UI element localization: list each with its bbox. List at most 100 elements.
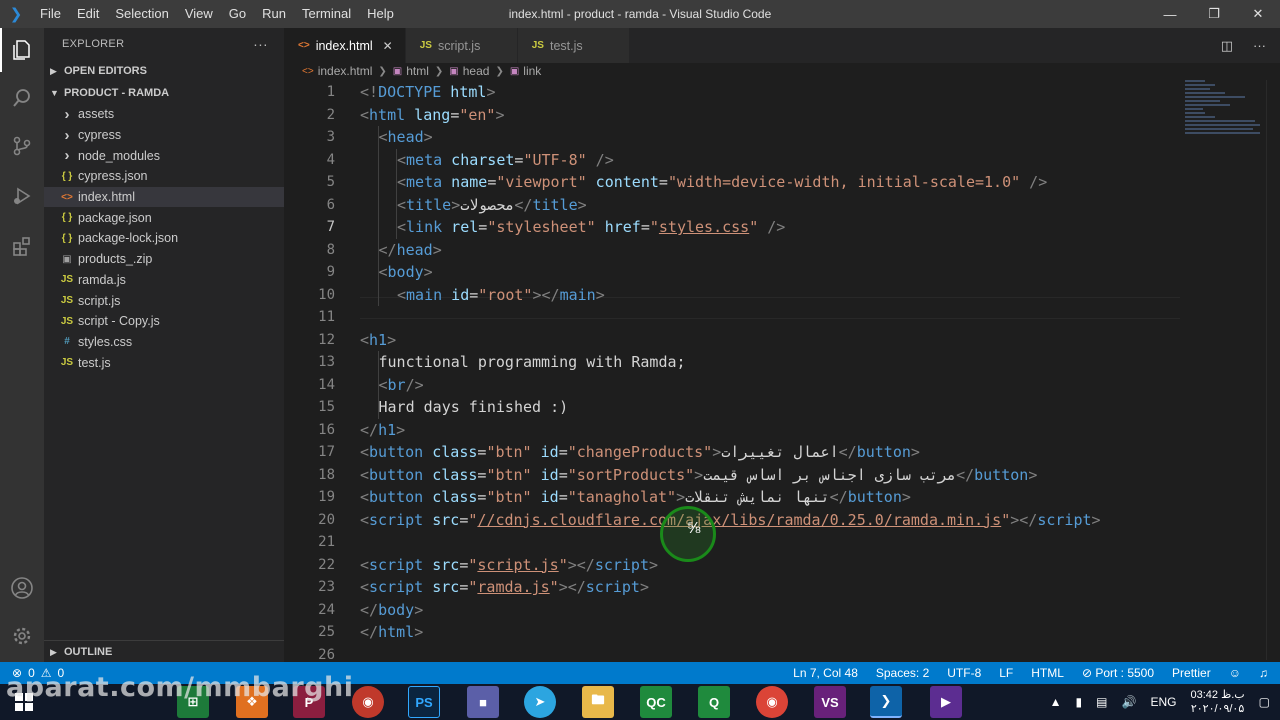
search-icon[interactable] [0,76,44,120]
code-line[interactable]: 15 Hard days finished :) [284,396,1280,419]
formatter[interactable]: Prettier [1172,666,1211,680]
code-line[interactable]: 1 <!DOCTYPE html> [284,81,1280,104]
code-line[interactable]: 6 <title>محصولات</title> [284,194,1280,217]
cursor-position[interactable]: Ln 7, Col 48 [793,666,858,680]
file-tree-item[interactable]: <> index.html [44,186,284,208]
feedback-icon[interactable]: ☺ [1229,666,1241,680]
explorer-icon[interactable] [0,28,44,72]
volume-icon[interactable]: 🔊 [1122,695,1137,709]
open-editors-section[interactable]: ▶ OPEN EDITORS [44,60,284,82]
line-ending[interactable]: LF [999,666,1013,680]
run-debug-icon[interactable] [0,174,44,218]
more-actions-icon[interactable]: ··· [253,36,268,52]
split-editor-icon[interactable]: ◫ [1221,38,1233,54]
menu-view[interactable]: View [177,0,221,28]
language-mode[interactable]: HTML [1031,666,1064,680]
minimize-icon[interactable]: — [1148,0,1192,28]
notifications-bell-icon[interactable]: ♫ [1259,666,1268,680]
menu-help[interactable]: Help [359,0,402,28]
menu-file[interactable]: File [32,0,69,28]
menu-selection[interactable]: Selection [107,0,176,28]
menu-terminal[interactable]: Terminal [294,0,359,28]
clock[interactable]: 03:42 ب.ظ ۲۰۲۰/۰۹/۰۵ [1190,688,1244,716]
file-tree-item[interactable]: JS script.js [44,290,284,311]
project-section[interactable]: ▼ PRODUCT - RAMDA [44,82,284,104]
code-line[interactable]: 11 [284,306,1280,329]
breadcrumb-item[interactable]: head [463,64,490,78]
settings-gear-icon[interactable] [0,614,44,658]
file-tree-item[interactable]: JS script - Copy.js [44,311,284,332]
code-line[interactable]: 12 <h1> [284,329,1280,352]
code-line[interactable]: 14 <br/> [284,374,1280,397]
code-line[interactable]: 3 <head> [284,126,1280,149]
vscode-taskbar-icon[interactable]: ❯ [870,686,902,718]
code-line[interactable]: 25 </html> [284,621,1280,644]
code-line[interactable]: 10 <main id="root"></main> [284,284,1280,307]
code-line[interactable]: 4 <meta charset="UTF-8" /> [284,149,1280,172]
encoding[interactable]: UTF-8 [947,666,981,680]
menu-run[interactable]: Run [254,0,294,28]
code-line[interactable]: 17 <button class="btn" id="changeProducts… [284,441,1280,464]
file-tree-item[interactable]: JS ramda.js [44,270,284,291]
battery-icon[interactable]: ▮ [1076,695,1083,709]
account-icon[interactable] [0,566,44,610]
code-line[interactable]: 22 <script src="script.js"></script> [284,554,1280,577]
telegram-icon[interactable]: ➤ [524,686,556,718]
chrome-icon[interactable]: ◉ [756,686,788,718]
breadcrumb-item[interactable]: html [406,64,429,78]
breadcrumb-item[interactable]: link [523,64,541,78]
tab-script-js[interactable]: JS script.js [405,28,518,63]
app-icon[interactable]: ■ [467,686,499,718]
code-line[interactable]: 8 </head> [284,239,1280,262]
maximize-icon[interactable]: ❐ [1192,0,1236,28]
code-line[interactable]: 19 <button class="btn" id="tanagholat">تن… [284,486,1280,509]
code-line[interactable]: 2 <html lang="en"> [284,104,1280,127]
live-server-port[interactable]: ⊘ Port : 5500 [1082,666,1154,680]
notification-center-icon[interactable]: ▢ [1259,695,1270,709]
file-tree-item[interactable]: { } package-lock.json [44,228,284,249]
file-tree-item[interactable]: JS test.js [44,352,284,373]
network-icon[interactable]: ▤ [1096,695,1107,709]
file-tree-item[interactable]: › assets [44,104,284,125]
code-line[interactable]: 23 <script src="ramda.js"></script> [284,576,1280,599]
code-line[interactable]: 21 [284,531,1280,554]
close-tab-icon[interactable]: ✕ [383,39,393,53]
qc-app-icon[interactable]: QC [640,686,672,718]
menu-edit[interactable]: Edit [69,0,107,28]
menu-go[interactable]: Go [221,0,254,28]
code-editor[interactable]: 1 <!DOCTYPE html> 2 <html lang="en"> 3 <head>… [284,81,1280,662]
source-control-icon[interactable] [0,124,44,168]
extensions-icon[interactable] [0,224,44,268]
tray-expand-icon[interactable]: ▲ [1050,695,1062,709]
tab-index-html[interactable]: <> index.html ✕ [284,28,406,63]
file-tree-item[interactable]: # styles.css [44,332,284,353]
code-line[interactable]: 9 <body> [284,261,1280,284]
spreadsheet-icon[interactable]: Q [698,686,730,718]
code-line[interactable]: 20 <script src="//cdnjs.cloudflare.com/aj… [284,509,1280,532]
indentation[interactable]: Spaces: 2 [876,666,929,680]
firefox-icon[interactable]: ◉ [352,686,384,718]
tab-test-js[interactable]: JS test.js [517,28,630,63]
code-line[interactable]: 5 <meta name="viewport" content="width=de… [284,171,1280,194]
breadcrumb-item[interactable]: index.html [318,64,373,78]
code-line[interactable]: 16 </h1> [284,419,1280,442]
code-line[interactable]: 18 <button class="btn" id="sortProducts">… [284,464,1280,487]
visual-studio-icon[interactable]: VS [814,686,846,718]
media-app-icon[interactable]: ▶ [930,686,962,718]
code-line[interactable]: 13 functional programming with Ramda; [284,351,1280,374]
language-indicator[interactable]: ENG [1150,695,1176,709]
file-explorer-icon[interactable]: 🖿 [582,686,614,718]
code-line[interactable]: 7 <link rel="stylesheet" href="styles.css… [284,216,1280,239]
code-line[interactable]: 26 [284,644,1280,662]
minimap[interactable] [1185,80,1265,140]
photoshop-icon[interactable]: PS [408,686,440,718]
outline-section[interactable]: ▶ OUTLINE [44,640,284,662]
vertical-scrollbar[interactable] [1266,80,1280,660]
file-tree-item[interactable]: { } cypress.json [44,166,284,187]
code-line[interactable]: 24 </body> [284,599,1280,622]
file-tree-item[interactable]: › node_modules [44,145,284,166]
editor-more-actions-icon[interactable]: ··· [1253,38,1266,53]
file-tree-item[interactable]: { } package.json [44,207,284,228]
file-tree-item[interactable]: › cypress [44,125,284,146]
close-window-icon[interactable]: ✕ [1236,0,1280,28]
